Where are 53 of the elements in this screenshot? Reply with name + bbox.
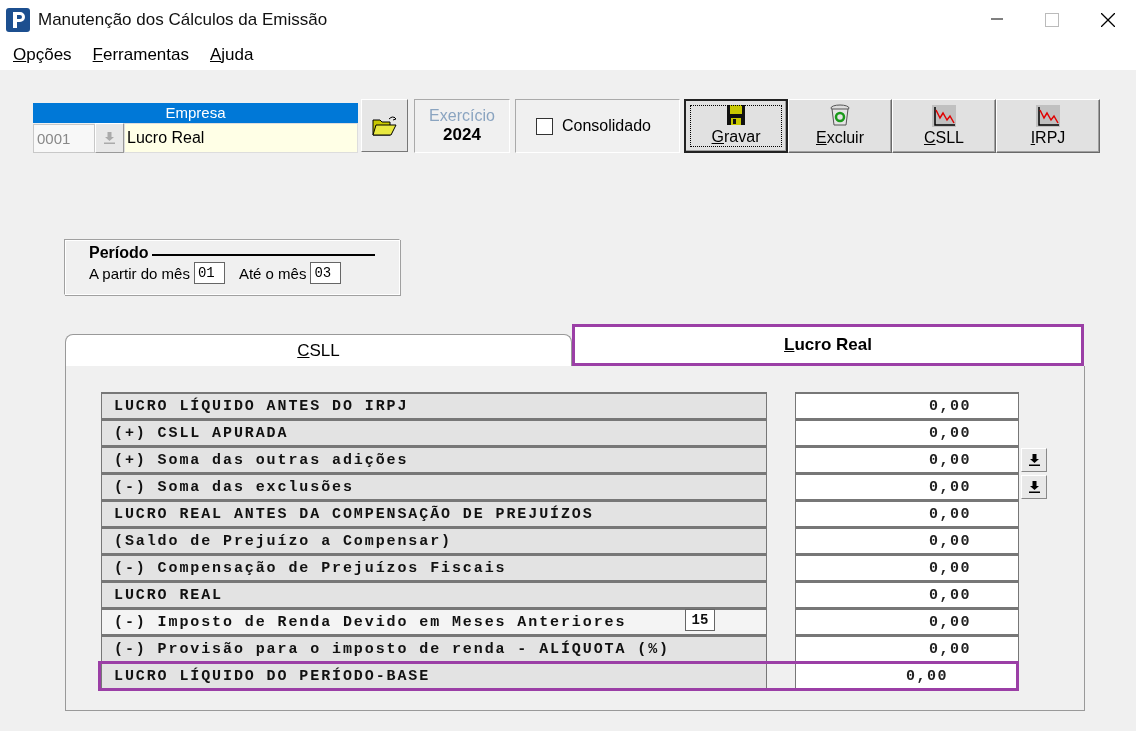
row-label: LUCRO REAL ANTES DA COMPENSAÇÃO DE PREJUÍZOS [101, 500, 767, 527]
consolidated-label: Consolidado [562, 117, 651, 135]
from-month-field[interactable]: 01 [193, 262, 225, 284]
line-chart-icon [1036, 105, 1060, 127]
from-month-label: A partir do mês [89, 264, 190, 282]
menu-item[interactable]: Ferramentas [92, 45, 189, 65]
company-header: Empresa [33, 103, 358, 123]
save-button[interactable]: Gravar [684, 99, 788, 153]
to-month-field[interactable]: 03 [310, 262, 342, 284]
download-arrow-icon [1028, 453, 1040, 466]
value-field[interactable]: 0,00 [795, 527, 1019, 554]
chart-button[interactable]: CSLL [892, 99, 996, 153]
fiscal-year-value: 2024 [443, 125, 481, 145]
value-field[interactable]: 0,00 [795, 473, 1019, 500]
tab[interactable]: Lucro Real [572, 324, 1084, 366]
app-logo-icon [6, 8, 30, 32]
lookup-button[interactable] [1021, 447, 1047, 472]
consolidated-checkbox[interactable] [536, 117, 553, 135]
value-field[interactable]: 0,00 [795, 500, 1019, 527]
row-label: (-) Soma das exclusões [101, 473, 767, 500]
value-field[interactable]: 0,00 [795, 392, 1019, 419]
row-label: (-) Provisão para o imposto de renda - ALÍQUOTA (%) [101, 635, 767, 662]
line-chart-icon [932, 105, 956, 127]
value-field[interactable]: 0,00 [795, 608, 1019, 635]
open-folder-button[interactable] [361, 99, 408, 152]
row-label: (Saldo de Prejuízo a Compensar) [101, 527, 767, 554]
lookup-button[interactable] [1021, 474, 1047, 499]
company-name-field[interactable]: Lucro Real [124, 123, 358, 153]
period-title: Período [89, 244, 149, 262]
menu-item[interactable]: Opções [13, 45, 72, 65]
download-arrow-icon [1028, 480, 1040, 493]
value-field[interactable]: 0,00 [795, 581, 1019, 608]
value-field[interactable]: 0,00 [795, 419, 1019, 446]
row-label: (+) Soma das outras adições [101, 446, 767, 473]
delete-button[interactable]: Excluir [788, 99, 892, 153]
row-label: LUCRO REAL [101, 581, 767, 608]
folder-icon [371, 114, 398, 137]
value-field[interactable]: 0,00 [795, 554, 1019, 581]
fiscal-year-label: Exercício [429, 107, 495, 125]
to-month-label: Até o mês [238, 264, 307, 282]
tab[interactable]: CSLL [65, 334, 572, 366]
row-label: (-) Compensação de Prejuízos Fiscais [101, 554, 767, 581]
recycle-bin-icon [829, 103, 851, 127]
close-icon[interactable] [1101, 13, 1115, 27]
value-field[interactable]: 0,00 [795, 446, 1019, 473]
row-label: (+) CSLL APURADA [101, 419, 767, 446]
download-arrow-icon [104, 132, 115, 144]
window-title: Manutenção dos Cálculos da Emissão [38, 10, 328, 30]
value-field[interactable]: 0,00 [795, 635, 1019, 662]
menu-item[interactable]: Ajuda [210, 45, 254, 65]
row-label: LUCRO LÍQUIDO ANTES DO IRPJ [101, 392, 767, 419]
rate-field[interactable]: 15 [685, 609, 715, 631]
chart-button[interactable]: IRPJ [996, 99, 1100, 153]
